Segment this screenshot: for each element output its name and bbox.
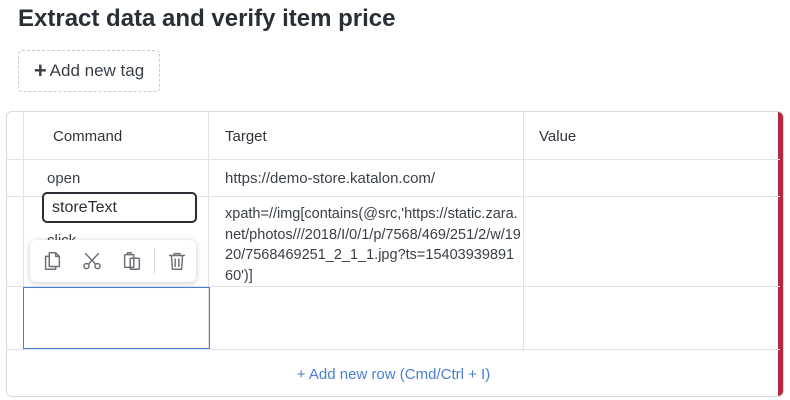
- plus-icon: +: [33, 58, 47, 83]
- row-divider: [7, 159, 780, 160]
- row-divider: [7, 349, 780, 350]
- row-3-value[interactable]: [539, 308, 769, 328]
- page-title: Extract data and verify item price: [18, 5, 396, 32]
- row-1-target[interactable]: https://demo-store.katalon.com/: [225, 170, 435, 187]
- row-3-target[interactable]: [225, 308, 515, 328]
- header-value[interactable]: Value: [539, 112, 576, 160]
- toolbar-divider: [154, 248, 155, 274]
- copy-button[interactable]: [34, 243, 70, 279]
- add-row-button[interactable]: + Add new row (Cmd/Ctrl + I): [7, 351, 780, 396]
- row-2-value[interactable]: [539, 232, 769, 252]
- row-1-command[interactable]: open: [47, 170, 80, 187]
- row-2-target[interactable]: xpath=//img[contains(@src,'https://stati…: [225, 204, 521, 286]
- copy-icon: [44, 252, 61, 270]
- delete-button[interactable]: [159, 243, 195, 279]
- paste-icon: [123, 252, 141, 270]
- cut-icon: [83, 252, 101, 270]
- add-tag-button[interactable]: + Add new tag: [18, 50, 160, 92]
- row-1-value[interactable]: [539, 170, 769, 190]
- add-tag-label: Add new tag: [49, 61, 145, 80]
- row-actions-toolbar: [30, 240, 196, 282]
- cut-button[interactable]: [74, 243, 110, 279]
- paste-button[interactable]: [114, 243, 150, 279]
- column-divider: [523, 112, 524, 351]
- selected-cell[interactable]: [23, 287, 210, 349]
- command-input[interactable]: [42, 192, 197, 223]
- header-command[interactable]: Command: [53, 112, 122, 160]
- delete-icon: [168, 252, 186, 270]
- header-target[interactable]: Target: [225, 112, 267, 160]
